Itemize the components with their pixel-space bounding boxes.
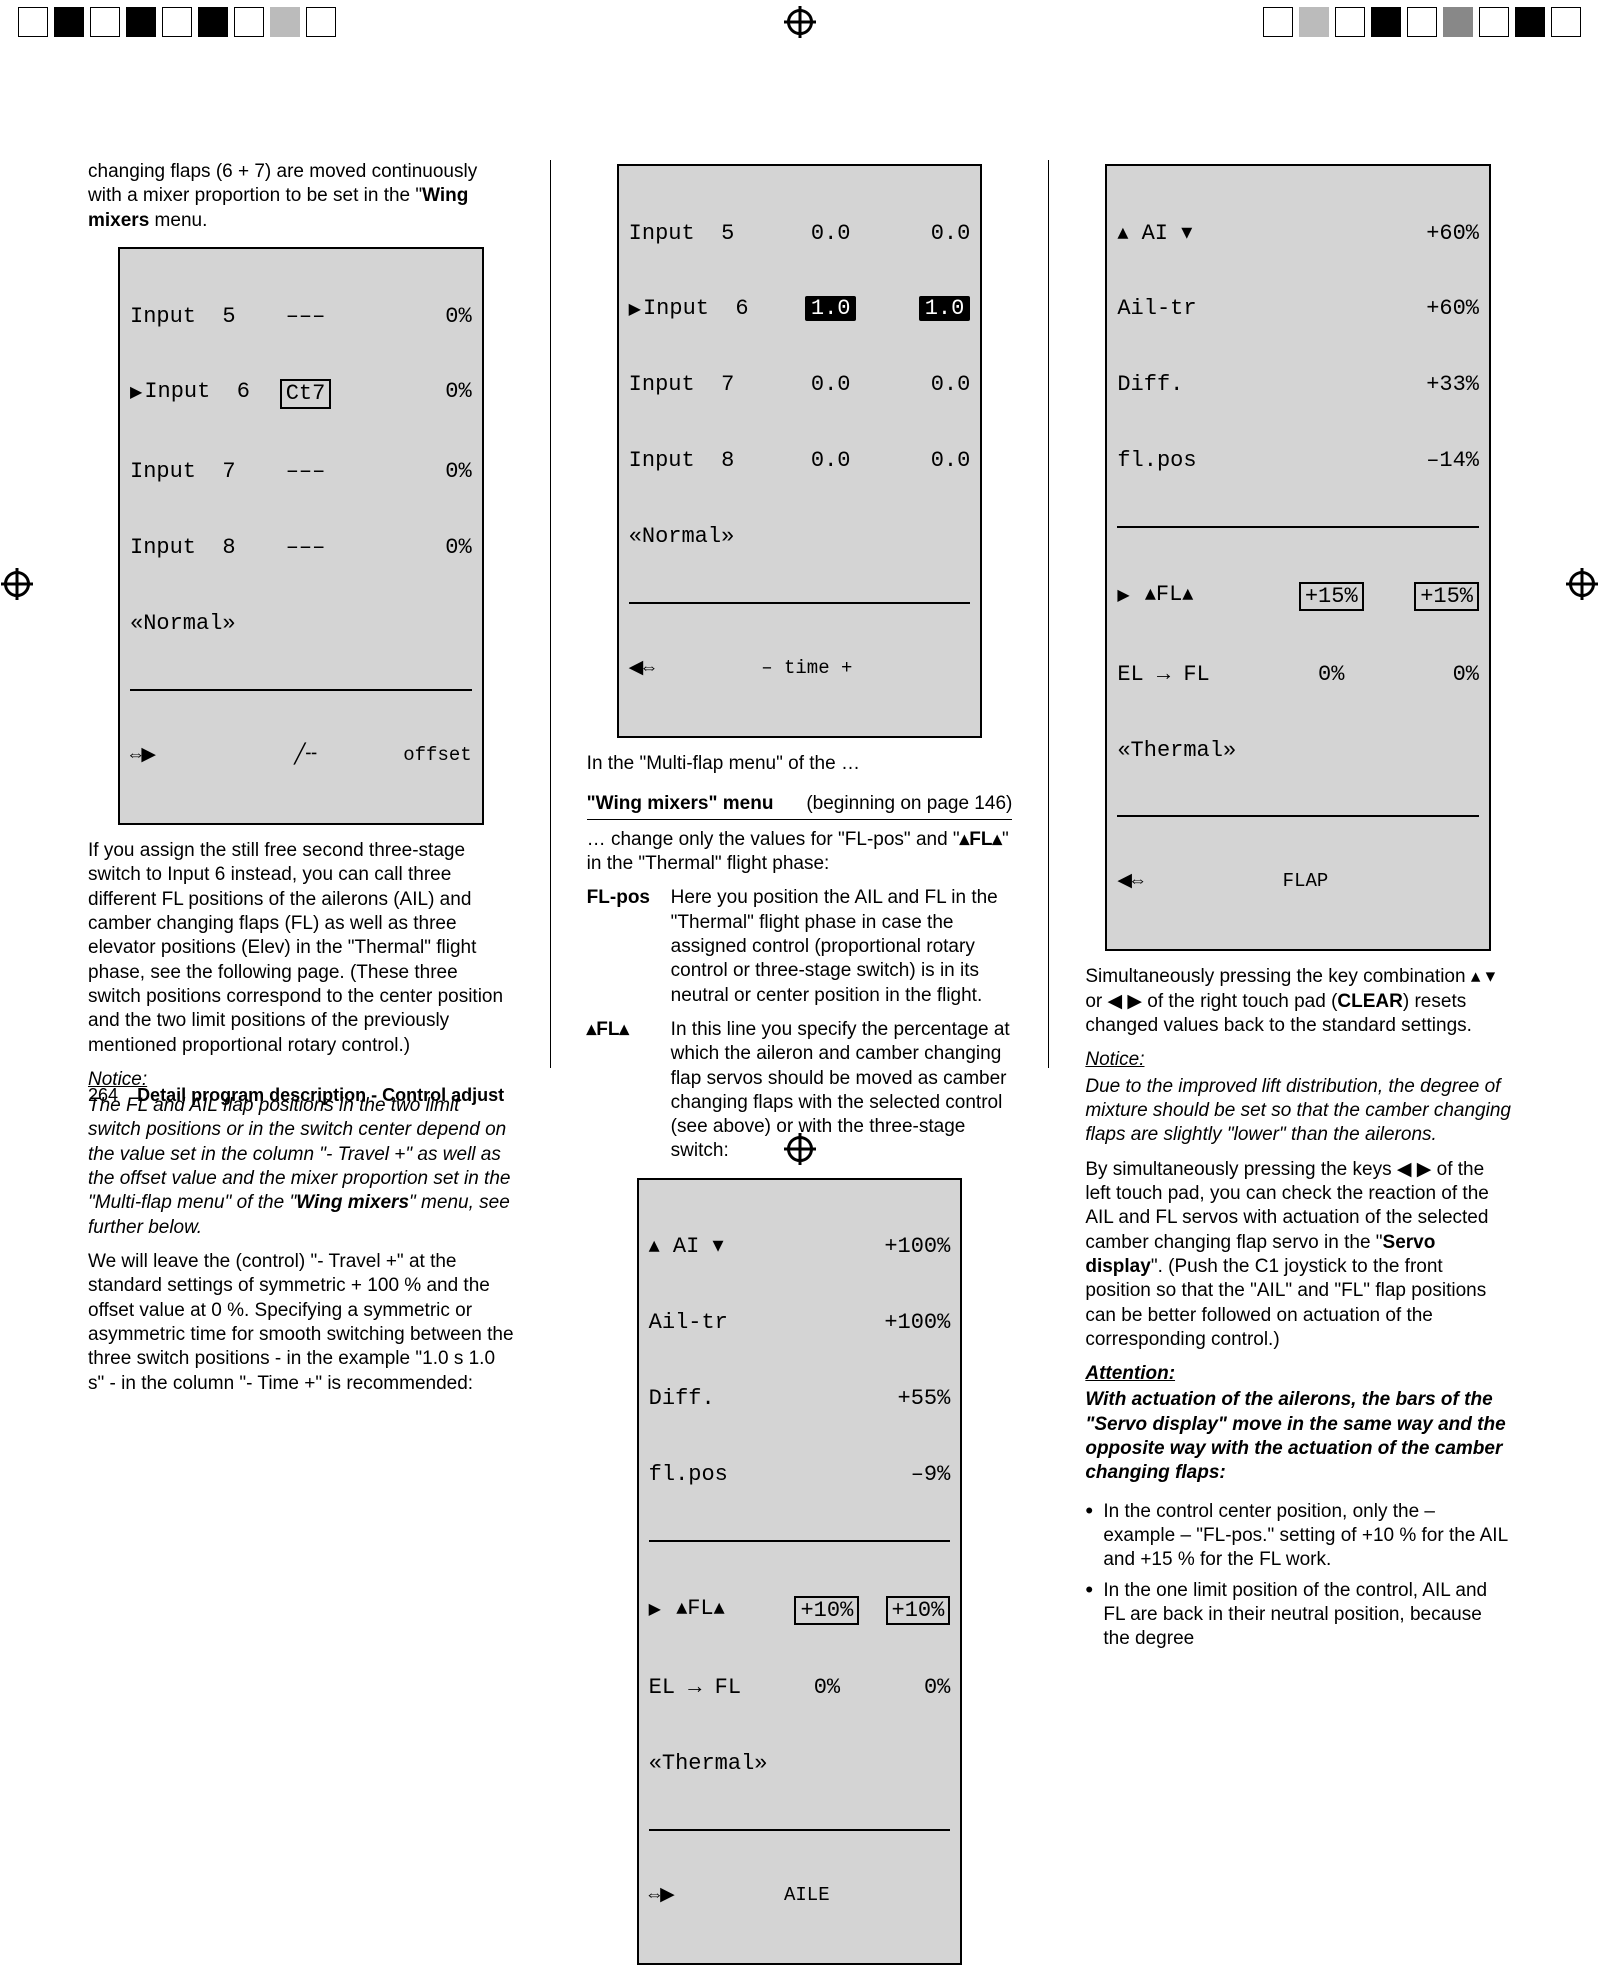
wing-mixers-menu-heading: "Wing mixers" menu(beginning on page 146… [587,792,1013,819]
color-bars-left [18,7,336,37]
column-2: Input 50.00.0 Input 61.01.0 Input 70.00.… [587,160,1013,1068]
color-bars-right [1263,7,1581,37]
bullet-2: In the one limit position of the control… [1103,1579,1511,1652]
bullet-1: In the control center position, only the… [1103,1500,1511,1573]
registration-target-left [4,571,30,597]
registration-marks-top [0,0,1599,36]
lcd-screen-3: ▴ AI ▾+100% Ail-tr+100% Diff.+55% fl.pos… [637,1178,963,1965]
column-divider-1 [550,160,551,1068]
registration-target-top [787,9,813,35]
lcd-screen-2: Input 50.00.0 Input 61.01.0 Input 70.00.… [617,164,983,738]
def-fl-pos: FL-posHere you position the AIL and FL i… [587,886,1013,1008]
c3-notice-label: Notice: [1085,1048,1511,1072]
pointer-icon [629,296,643,321]
pointer-icon [649,1596,663,1621]
c1-para-1: changing flaps (6 + 7) are moved continu… [88,160,514,233]
column-divider-2 [1048,160,1049,1068]
c3-para-3: By simultaneously pressing the keys ◀ ▶ … [1085,1158,1511,1353]
pointer-icon [130,379,144,404]
c2-para-2: … change only the values for "FL-pos" an… [587,828,1013,877]
c2-para-1: In the "Multi-flap menu" of the … [587,752,1013,776]
c3-para-4: With actuation of the ailerons, the bars… [1085,1388,1511,1485]
column-3: ▴ AI ▾+60% Ail-tr+60% Diff.+33% fl.pos–1… [1085,160,1511,1068]
registration-target-right [1569,571,1595,597]
lcd-screen-1: Input 5–––0% Input 6Ct70% Input 7–––0% I… [118,247,484,825]
c1-para-4: We will leave the (control) "- Travel +"… [88,1250,514,1396]
column-1: changing flaps (6 + 7) are moved continu… [88,160,514,1068]
lcd-screen-4: ▴ AI ▾+60% Ail-tr+60% Diff.+33% fl.pos–1… [1105,164,1491,951]
c1-para-2: If you assign the still free second thre… [88,839,514,1058]
registration-target-bottom [787,1136,813,1162]
registration-marks-bottom [0,1132,1599,1168]
pointer-icon [1117,582,1131,607]
c3-para-1: Simultaneously pressing the key combinat… [1085,965,1511,1038]
attention-label: Attention: [1085,1362,1511,1386]
page-footer: 264 Detail program description - Control… [88,1085,504,1106]
page-body: changing flaps (6 + 7) are moved continu… [88,160,1511,1068]
footer-title: Detail program description - Control adj… [137,1085,504,1105]
page-number: 264 [88,1085,118,1105]
bullet-list: In the control center position, only the… [1085,1500,1511,1658]
